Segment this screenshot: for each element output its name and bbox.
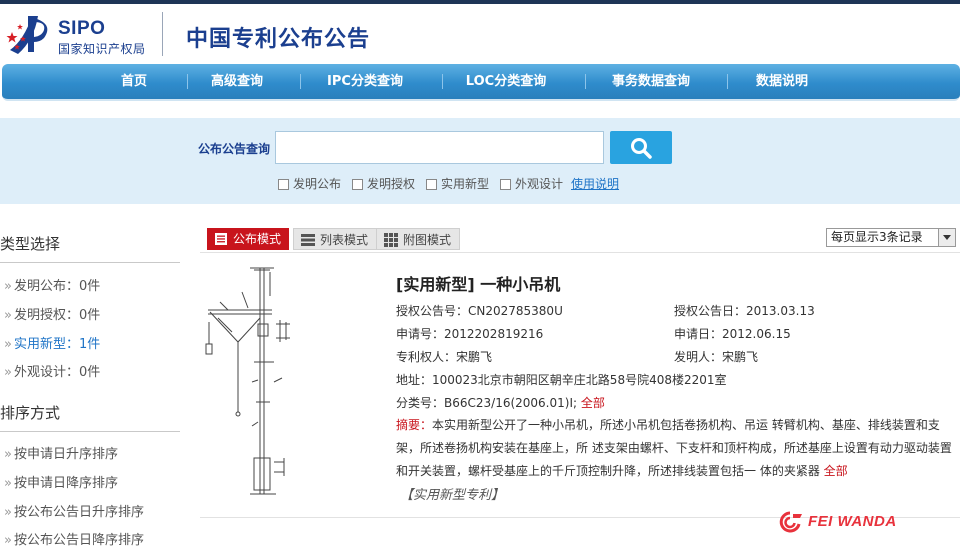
checkbox[interactable] bbox=[500, 179, 511, 190]
sort-heading: 排序方式 bbox=[0, 402, 180, 432]
checkbox[interactable] bbox=[352, 179, 363, 190]
chevron-right-icon: » bbox=[4, 505, 12, 520]
sort-app-date-asc[interactable]: » 按申请日升序排序 bbox=[4, 443, 118, 462]
abstract-text: 本实用新型公开了一种小吊机，所述小吊机包括卷扬机构、吊运 转臂机构、基座、排线装… bbox=[396, 418, 952, 478]
type-item-design[interactable]: » 外观设计：0件 bbox=[4, 361, 100, 380]
mode-label: 列表模式 bbox=[320, 233, 369, 247]
nav-item-home[interactable]: 首页 bbox=[110, 64, 158, 99]
chevron-down-icon[interactable] bbox=[938, 229, 955, 246]
nav-divider bbox=[187, 74, 188, 89]
mode-label: 公布模式 bbox=[233, 232, 282, 246]
grant-number: 授权公告号：CN202785380U bbox=[396, 304, 563, 318]
abstract-label: 摘要： bbox=[396, 418, 433, 432]
type-item-utility-model[interactable]: » 实用新型：1件 bbox=[4, 333, 100, 352]
nav-divider bbox=[442, 74, 443, 89]
chevron-right-icon: » bbox=[4, 476, 12, 491]
sort-pub-date-asc[interactable]: » 按公布公告日升序排序 bbox=[4, 501, 144, 520]
abstract-more-link[interactable]: 全部 bbox=[824, 464, 848, 478]
document-icon bbox=[215, 233, 227, 245]
nav-divider bbox=[585, 74, 586, 89]
chevron-right-icon: » bbox=[4, 365, 12, 380]
per-page-select[interactable]: 每页显示3条记录 bbox=[826, 228, 956, 247]
checkbox-label: 外观设计 bbox=[515, 177, 564, 191]
type-item-label: 外观设计：0件 bbox=[13, 365, 101, 380]
watermark-logo-icon bbox=[779, 511, 802, 533]
classification: 分类号：B66C23/16(2006.01)I; 全部 bbox=[396, 394, 605, 411]
mode-publication-button[interactable]: 公布模式 bbox=[207, 228, 290, 250]
sort-app-date-desc[interactable]: » 按申请日降序排序 bbox=[4, 472, 118, 491]
search-panel: 公布公告查询 发明公布 发明授权 实用新型 外观设计 使用说明 bbox=[0, 118, 960, 204]
chevron-right-icon: » bbox=[4, 447, 12, 462]
filter-utility-model[interactable]: 实用新型 bbox=[426, 176, 489, 192]
header: SIPO 国家知识产权局 中国专利公布公告 bbox=[0, 4, 960, 62]
logo-abbr: SIPO bbox=[58, 18, 106, 39]
classification-more-link[interactable]: 全部 bbox=[581, 396, 605, 410]
sipo-logo[interactable]: SIPO 国家知识产权局 bbox=[4, 10, 164, 60]
usage-help-link[interactable]: 使用说明 bbox=[571, 176, 619, 192]
patentee: 专利权人：宋鹏飞 bbox=[396, 350, 493, 364]
search-label: 公布公告查询 bbox=[198, 142, 271, 156]
nav-item-ipc-search[interactable]: IPC分类查询 bbox=[320, 64, 410, 99]
checkbox[interactable] bbox=[278, 179, 289, 190]
checkbox[interactable] bbox=[426, 179, 437, 190]
nav-item-advanced-search[interactable]: 高级查询 bbox=[202, 64, 272, 99]
filter-design[interactable]: 外观设计 bbox=[500, 176, 563, 192]
logo-divider bbox=[162, 12, 163, 56]
chevron-right-icon: » bbox=[4, 308, 12, 323]
checkbox-label: 发明公布 bbox=[293, 177, 342, 191]
nav-divider bbox=[300, 74, 301, 89]
mode-list-button[interactable]: 列表模式 bbox=[293, 228, 378, 250]
grid-icon bbox=[384, 233, 398, 247]
nav-divider bbox=[727, 74, 728, 89]
type-item-invention-grant[interactable]: » 发明授权：0件 bbox=[4, 304, 100, 323]
watermark-text: FEI WANDA bbox=[808, 513, 897, 530]
inventor: 发明人：宋鹏飞 bbox=[674, 350, 759, 364]
search-input[interactable] bbox=[275, 131, 604, 164]
type-item-label: 实用新型：1件 bbox=[13, 337, 101, 352]
per-page-value: 每页显示3条记录 bbox=[831, 230, 923, 244]
mode-figure-button[interactable]: 附图模式 bbox=[376, 228, 461, 250]
sort-item-label: 按公布公告日降序排序 bbox=[13, 533, 144, 548]
type-filter-heading: 类型选择 bbox=[0, 233, 180, 263]
sort-item-label: 按申请日升序排序 bbox=[13, 447, 118, 462]
chevron-right-icon: » bbox=[4, 337, 12, 352]
logo-name: 国家知识产权局 bbox=[58, 42, 146, 56]
search-icon bbox=[631, 138, 652, 159]
type-item-invention-publication[interactable]: » 发明公布：0件 bbox=[4, 275, 100, 294]
filter-invention-publication[interactable]: 发明公布 bbox=[278, 176, 341, 192]
grant-date: 授权公告日：2013.03.13 bbox=[674, 304, 815, 318]
address: 地址：100023北京市朝阳区朝辛庄北路58号院408楼2201室 bbox=[396, 373, 727, 387]
checkbox-label: 实用新型 bbox=[441, 177, 490, 191]
nav-item-transaction-search[interactable]: 事务数据查询 bbox=[604, 64, 698, 99]
application-date: 申请日：2012.06.15 bbox=[674, 327, 791, 341]
filter-invention-grant[interactable]: 发明授权 bbox=[352, 176, 415, 192]
list-icon bbox=[301, 234, 315, 246]
sipo-emblem-icon bbox=[6, 16, 48, 54]
chevron-right-icon: » bbox=[4, 279, 12, 294]
checkbox-label: 发明授权 bbox=[367, 177, 416, 191]
application-number: 申请号：2012202819216 bbox=[396, 327, 544, 341]
page-title: 中国专利公布公告 bbox=[186, 27, 371, 52]
chevron-right-icon: » bbox=[4, 533, 12, 548]
search-button[interactable] bbox=[610, 131, 672, 164]
abstract: 摘要：本实用新型公开了一种小吊机，所述小吊机包括卷扬机构、吊运 转臂机构、基座、… bbox=[396, 414, 956, 483]
record-title-link[interactable]: [实用新型] 一种小吊机 bbox=[396, 271, 560, 295]
main-nav: 首页 高级查询 IPC分类查询 LOC分类查询 事务数据查询 数据说明 bbox=[2, 64, 960, 101]
patent-drawing-thumbnail[interactable] bbox=[198, 262, 298, 502]
mode-label: 附图模式 bbox=[403, 233, 452, 247]
type-item-label: 发明公布：0件 bbox=[13, 279, 101, 294]
sort-pub-date-desc[interactable]: » 按公布公告日降序排序 bbox=[4, 529, 144, 548]
nav-item-data-notes[interactable]: 数据说明 bbox=[750, 64, 814, 99]
record-type: 【实用新型专利】 bbox=[400, 488, 505, 503]
classification-value: 分类号：B66C23/16(2006.01)I; bbox=[396, 396, 578, 410]
sort-item-label: 按申请日降序排序 bbox=[13, 476, 118, 491]
type-item-label: 发明授权：0件 bbox=[13, 308, 101, 323]
sort-item-label: 按公布公告日升序排序 bbox=[13, 505, 144, 520]
nav-item-loc-search[interactable]: LOC分类查询 bbox=[460, 64, 552, 99]
divider bbox=[200, 252, 960, 253]
